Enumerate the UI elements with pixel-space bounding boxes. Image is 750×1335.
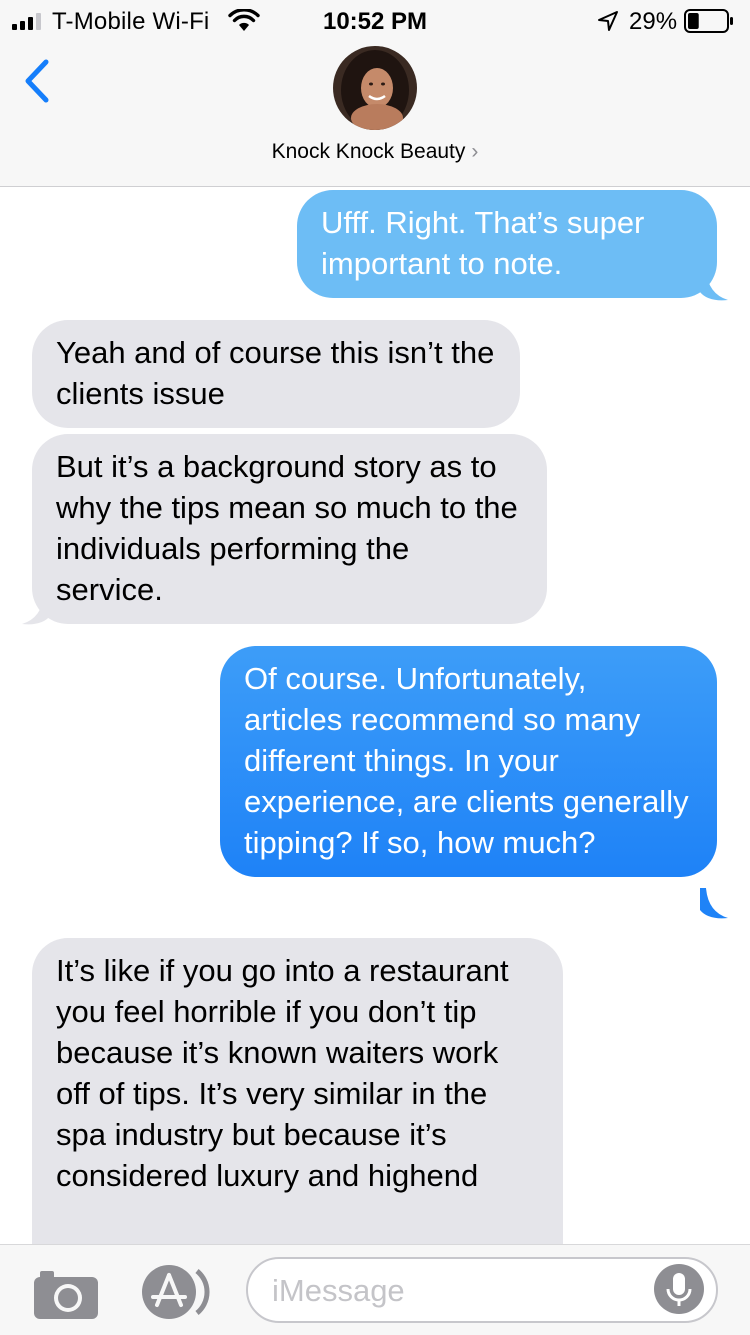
message-text: Yeah and of course this isn’t the client…	[56, 335, 495, 411]
location-icon	[598, 11, 618, 31]
battery-icon	[684, 9, 733, 33]
imessage-input[interactable]: iMessage	[246, 1257, 718, 1323]
back-chevron-icon[interactable]	[18, 56, 58, 106]
bubble-tail	[700, 888, 728, 919]
message-bubble-sent[interactable]: Of course. Unfortunately, articles recom…	[220, 646, 717, 877]
microphone-icon[interactable]	[653, 1263, 705, 1315]
message-bubble-received[interactable]: Yeah and of course this isn’t the client…	[32, 320, 520, 428]
contact-name: Knock Knock Beauty	[271, 140, 466, 163]
contact-avatar[interactable]	[333, 46, 417, 130]
message-text: Of course. Unfortunately, articles recom…	[244, 661, 689, 860]
app-store-icon[interactable]	[139, 1263, 213, 1321]
message-bubble-sent[interactable]: Ufff. Right. That’s super important to n…	[297, 190, 717, 298]
message-text: But it’s a background story as to why th…	[56, 449, 518, 607]
battery-percent: 29%	[629, 8, 678, 35]
message-text: Ufff. Right. That’s super important to n…	[321, 205, 645, 281]
message-text: It’s like if you go into a restaurant yo…	[56, 953, 509, 1193]
camera-icon[interactable]	[32, 1267, 100, 1321]
imessage-placeholder: iMessage	[272, 1273, 405, 1308]
chevron-right-icon: ›	[471, 140, 479, 163]
compose-bar: iMessage	[0, 1244, 750, 1335]
status-bar: T-Mobile Wi-Fi 10:52 PM 29%	[0, 0, 750, 40]
conversation-header: T-Mobile Wi-Fi 10:52 PM 29% Knock Knock …	[0, 0, 750, 187]
message-bubble-received[interactable]: But it’s a background story as to why th…	[32, 434, 547, 624]
contact-name-button[interactable]: Knock Knock Beauty ›	[0, 140, 750, 164]
